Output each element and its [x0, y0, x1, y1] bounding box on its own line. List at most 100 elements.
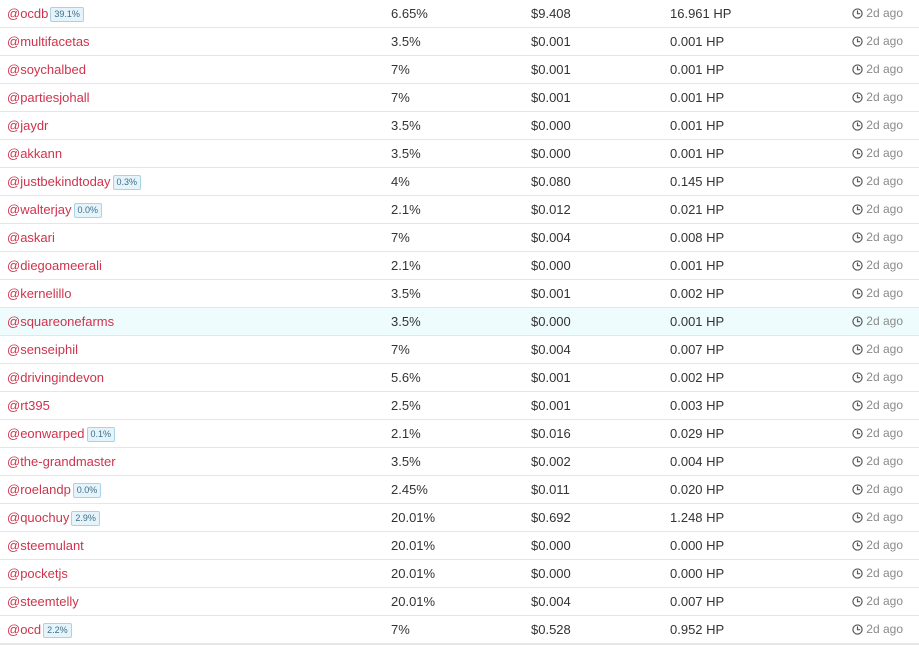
voter-cell: @pocketjs [7, 560, 68, 587]
vote-hp: 0.004 HP [670, 454, 725, 469]
clock-icon [852, 456, 863, 467]
voter-link[interactable]: @multifacetas [7, 34, 90, 49]
vote-hp: 0.001 HP [670, 314, 725, 329]
vote-weight: 5.6% [391, 370, 421, 385]
vote-time-label: 2d ago [866, 202, 903, 216]
vote-value: $0.012 [531, 202, 571, 217]
clock-icon [852, 512, 863, 523]
voter-link[interactable]: @askari [7, 230, 55, 245]
vote-time: 2d ago [852, 588, 903, 615]
voter-link[interactable]: @drivingindevon [7, 370, 104, 385]
voter-cell: @eonwarped 0.1% [7, 420, 116, 447]
vote-value: $0.000 [531, 146, 571, 161]
vote-row: @partiesjohall 7% $0.001 0.001 HP 2d ago [0, 84, 919, 112]
vote-time: 2d ago [852, 308, 903, 335]
voter-link[interactable]: @diegoameerali [7, 258, 102, 273]
clock-icon [852, 624, 863, 635]
vote-time: 2d ago [852, 336, 903, 363]
vote-time: 2d ago [852, 0, 903, 27]
vote-time: 2d ago [852, 280, 903, 307]
voter-link[interactable]: @steemtelly [7, 594, 79, 609]
voter-share-badge: 39.1% [50, 7, 84, 22]
vote-hp: 0.001 HP [670, 90, 725, 105]
voter-link[interactable]: @soychalbed [7, 62, 86, 77]
clock-icon [852, 288, 863, 299]
vote-value: $0.001 [531, 62, 571, 77]
voter-link[interactable]: @roelandp [7, 482, 71, 497]
clock-icon [852, 344, 863, 355]
vote-row: @ocdb 39.1% 6.65% $9.408 16.961 HP 2d ago [0, 0, 919, 28]
voter-link[interactable]: @pocketjs [7, 566, 68, 581]
vote-time-label: 2d ago [866, 230, 903, 244]
voter-link[interactable]: @senseiphil [7, 342, 78, 357]
vote-weight: 3.5% [391, 454, 421, 469]
vote-weight: 3.5% [391, 314, 421, 329]
voter-link[interactable]: @ocd [7, 622, 41, 637]
vote-row: @jaydr 3.5% $0.000 0.001 HP 2d ago [0, 112, 919, 140]
voter-cell: @roelandp 0.0% [7, 476, 102, 503]
vote-value: $0.000 [531, 566, 571, 581]
voter-link[interactable]: @quochuy [7, 510, 69, 525]
voter-link[interactable]: @justbekindtoday [7, 174, 111, 189]
voter-link[interactable]: @akkann [7, 146, 62, 161]
vote-hp: 0.007 HP [670, 594, 725, 609]
voter-link[interactable]: @walterjay [7, 202, 72, 217]
vote-time-label: 2d ago [866, 90, 903, 104]
voter-link[interactable]: @jaydr [7, 118, 48, 133]
voter-link[interactable]: @the-grandmaster [7, 454, 116, 469]
voter-cell: @steemulant [7, 532, 84, 559]
vote-time-label: 2d ago [866, 6, 903, 20]
vote-time: 2d ago [852, 364, 903, 391]
voter-cell: @jaydr [7, 112, 48, 139]
voter-link[interactable]: @eonwarped [7, 426, 85, 441]
clock-icon [852, 316, 863, 327]
vote-hp: 0.145 HP [670, 174, 725, 189]
voter-cell: @soychalbed [7, 56, 86, 83]
vote-time-label: 2d ago [866, 286, 903, 300]
vote-value: $0.011 [531, 482, 570, 497]
voter-cell: @ocdb 39.1% [7, 0, 84, 27]
vote-time-label: 2d ago [866, 454, 903, 468]
vote-hp: 0.001 HP [670, 258, 725, 273]
voter-cell: @drivingindevon [7, 364, 104, 391]
vote-time: 2d ago [852, 476, 903, 503]
clock-icon [852, 484, 863, 495]
voter-share-badge: 0.3% [112, 175, 142, 190]
vote-value: $0.000 [531, 118, 571, 133]
voter-link[interactable]: @ocdb [7, 6, 48, 21]
vote-weight: 20.01% [391, 566, 436, 581]
vote-value: $0.004 [531, 230, 571, 245]
voter-link[interactable]: @squareonefarms [7, 314, 114, 329]
voter-link[interactable]: @steemulant [7, 538, 84, 553]
vote-row: @roelandp 0.0% 2.45% $0.011 0.020 HP 2d a… [0, 476, 919, 504]
voter-cell: @walterjay 0.0% [7, 196, 103, 223]
vote-time-label: 2d ago [866, 62, 903, 76]
voter-link[interactable]: @kernelillo [7, 286, 72, 301]
vote-time: 2d ago [852, 112, 903, 139]
vote-time-label: 2d ago [866, 594, 903, 608]
clock-icon [852, 540, 863, 551]
vote-row: @akkann 3.5% $0.000 0.001 HP 2d ago [0, 140, 919, 168]
vote-weight: 7% [391, 62, 410, 77]
vote-time-label: 2d ago [866, 426, 903, 440]
voter-link[interactable]: @partiesjohall [7, 90, 90, 105]
vote-time-label: 2d ago [866, 34, 903, 48]
clock-icon [852, 64, 863, 75]
vote-weight: 20.01% [391, 594, 436, 609]
clock-icon [852, 148, 863, 159]
vote-row: @senseiphil 7% $0.004 0.007 HP 2d ago [0, 336, 919, 364]
vote-time: 2d ago [852, 56, 903, 83]
vote-weight: 20.01% [391, 510, 436, 525]
vote-value: $0.000 [531, 538, 571, 553]
vote-time-label: 2d ago [866, 482, 903, 496]
vote-value: $0.004 [531, 342, 571, 357]
vote-value: $0.002 [531, 454, 571, 469]
vote-time: 2d ago [852, 224, 903, 251]
vote-time: 2d ago [852, 84, 903, 111]
voter-cell: @the-grandmaster [7, 448, 116, 475]
voter-link[interactable]: @rt395 [7, 398, 50, 413]
vote-weight: 7% [391, 230, 410, 245]
vote-weight: 20.01% [391, 538, 436, 553]
vote-value: $0.016 [531, 426, 571, 441]
vote-hp: 0.003 HP [670, 398, 725, 413]
